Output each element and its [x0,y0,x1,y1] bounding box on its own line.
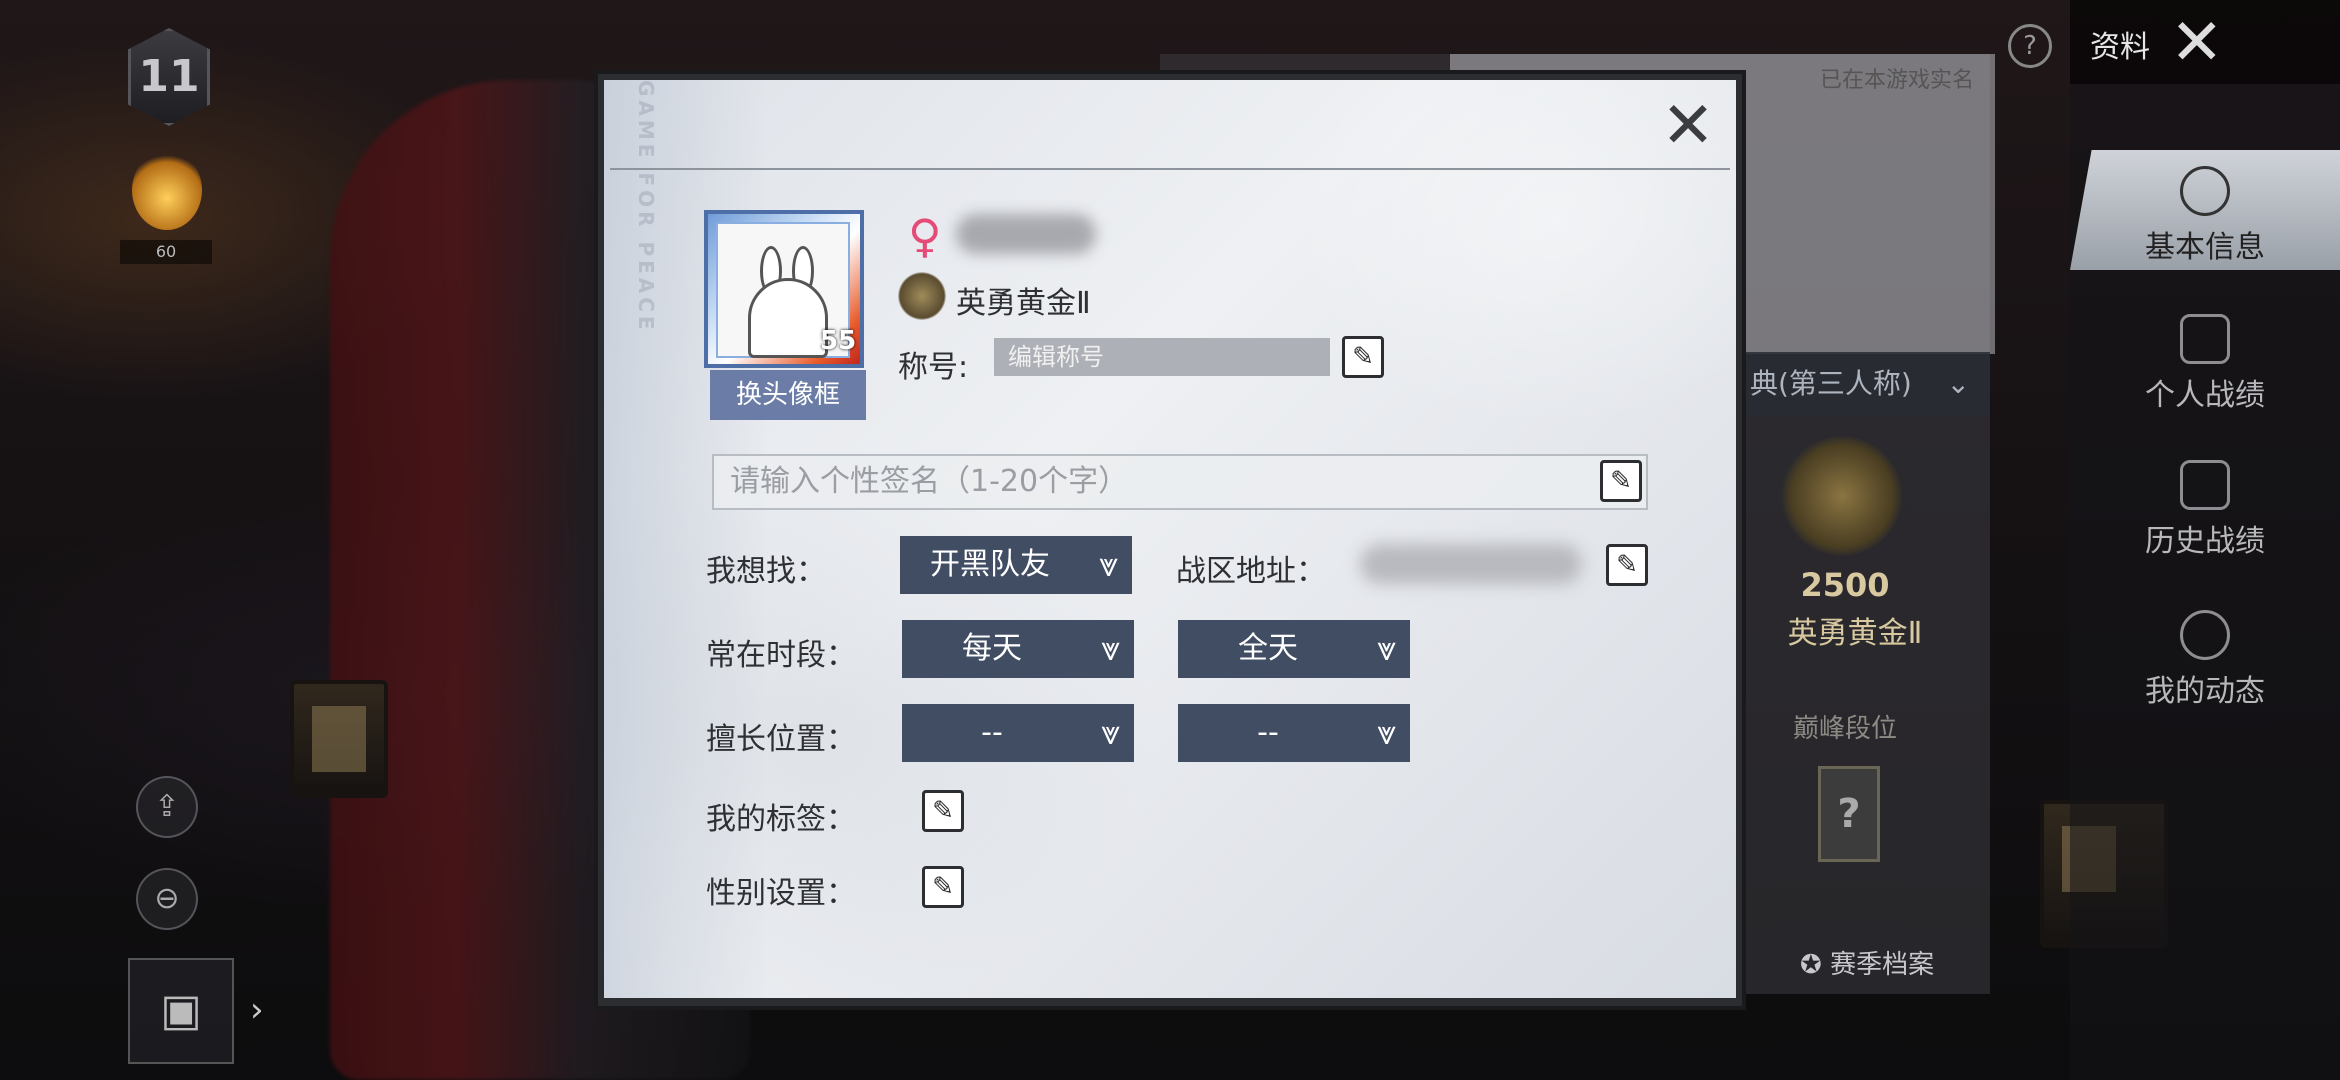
nav-basic-info-label: 基本信息 [2145,230,2265,265]
tier-name: 英勇黄金Ⅱ [956,286,1091,321]
active-hours-value: 全天 [1238,631,1298,666]
realname-note: 已在本游戏实名 [1820,68,1975,93]
peak-rank-unknown-icon: ? [1818,766,1880,862]
edit-gender-icon[interactable]: ✎ [922,866,964,908]
gender-setting-label: 性别设置： [706,876,856,911]
avatar-rabbit [748,278,828,358]
share-icon[interactable]: ⇪ [136,776,198,838]
region-value-redacted [1360,544,1582,584]
nav-my-feed[interactable]: 我的动态 [2070,610,2340,710]
position-secondary-value: -- [1257,715,1279,750]
flame-value: 60 [120,240,212,264]
active-time-label: 常在时段： [706,638,856,673]
looking-for-value: 开黑队友 [930,547,1050,582]
nav-history-stats[interactable]: 历史战绩 [2070,460,2340,560]
season-archive-label: 赛季档案 [1830,950,1935,980]
active-hours-dropdown[interactable]: 全天 ⩔ [1178,620,1410,678]
chevron-right-icon[interactable]: › [250,990,264,1030]
zoom-out-icon[interactable]: ⊖ [136,868,198,930]
chevron-down-icon: ⩔ [1376,629,1396,669]
wreath-icon: ✪ [1800,950,1831,980]
nav-history-stats-label: 历史战绩 [2145,524,2265,559]
position-label: 擅长位置： [706,722,856,757]
player-name-redacted [956,214,1096,254]
title-field[interactable]: 编辑称号 [994,338,1330,376]
profile-icon [2180,166,2230,216]
rank-medal-icon [1782,436,1902,556]
edit-title-icon[interactable]: ✎ [1342,336,1384,378]
edit-tags-icon[interactable]: ✎ [922,790,964,832]
close-panel-icon[interactable]: ✕ [2170,6,2224,80]
tier-badge-icon [898,272,946,320]
female-icon: ♀ [908,209,942,263]
active-days-dropdown[interactable]: 每天 ⩔ [902,620,1134,678]
chevron-down-icon: ⩔ [1100,629,1120,669]
avatar-level: 55 [820,326,857,356]
nav-basic-info[interactable]: 基本信息 [2070,150,2340,270]
feed-icon [2180,610,2230,660]
chevron-down-icon: ⌄ [1946,367,1970,400]
edit-signature-icon[interactable]: ✎ [1600,460,1642,502]
chevron-down-icon: ⩔ [1100,713,1120,753]
help-icon[interactable]: ? [2008,24,2052,68]
title-label: 称号: [898,350,969,385]
history-icon [2180,460,2230,510]
position-primary-dropdown[interactable]: -- ⩔ [902,704,1134,762]
chevron-down-icon: ⩔ [1376,713,1396,753]
season-archive-button[interactable]: ✪ 赛季档案 [1800,940,1990,990]
mode-label: 典(第三人称) [1750,367,1912,400]
edit-region-icon[interactable]: ✎ [1606,544,1648,586]
change-frame-button[interactable]: 换头像框 [710,370,866,420]
close-icon[interactable]: ✕ [1656,94,1720,158]
signature-input[interactable]: 请输入个性签名（1-20个字） [712,454,1648,510]
watermark-text: GAME FOR PEACE [634,80,658,334]
wardrobe-icon[interactable]: ▣ [128,958,234,1064]
position-primary-value: -- [981,715,1003,750]
region-label: 战区地址： [1176,554,1326,589]
looking-for-dropdown[interactable]: 开黑队友 ⩔ [900,536,1132,594]
looking-for-label: 我想找： [706,554,826,589]
flame-icon[interactable] [132,150,202,230]
chevron-down-icon: ⩔ [1098,545,1118,585]
dialog-divider [610,168,1730,170]
stats-icon [2180,314,2230,364]
nav-personal-stats[interactable]: 个人战绩 [2070,314,2340,414]
nav-personal-stats-label: 个人战绩 [2145,378,2265,413]
nav-my-feed-label: 我的动态 [2145,674,2265,709]
panel-title: 资料 [2090,30,2150,65]
position-secondary-dropdown[interactable]: -- ⩔ [1178,704,1410,762]
tags-label: 我的标签： [706,802,856,837]
active-days-value: 每天 [962,631,1022,666]
rank-tier-name: 英勇黄金Ⅱ [1787,616,1923,651]
